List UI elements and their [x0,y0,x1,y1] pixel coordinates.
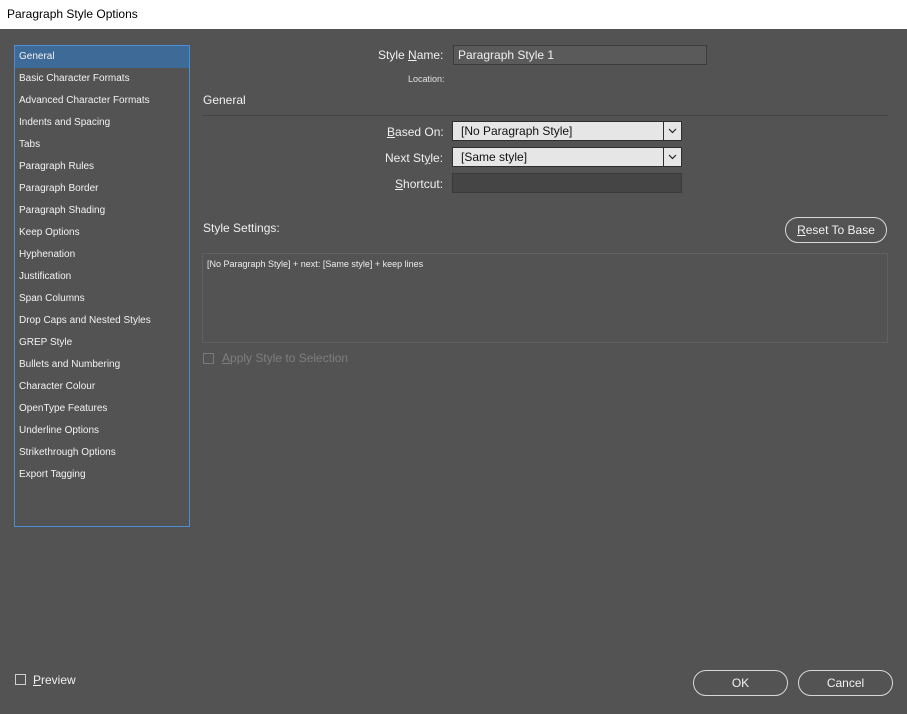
apply-style-checkbox[interactable] [203,353,214,364]
sidebar-item-underline-options[interactable]: Underline Options [15,420,189,442]
section-title: General [203,93,246,107]
dialog-body: General Basic Character Formats Advanced… [0,29,907,714]
style-settings-label: Style Settings: [203,221,280,235]
sidebar-item-tabs[interactable]: Tabs [15,134,189,156]
sidebar-item-grep-style[interactable]: GREP Style [15,332,189,354]
shortcut-input[interactable] [452,173,682,193]
sidebar-item-opentype-features[interactable]: OpenType Features [15,398,189,420]
location-label: Location: [408,74,445,84]
window-title: Paragraph Style Options [7,7,138,21]
sidebar-item-indents-and-spacing[interactable]: Indents and Spacing [15,112,189,134]
chevron-down-icon[interactable] [663,122,681,140]
style-name-input[interactable]: Paragraph Style 1 [453,45,707,65]
shortcut-label: Shortcut: [395,177,444,191]
based-on-label: Based On: [387,125,444,139]
style-name-label: Style Name: [378,48,444,62]
sidebar-item-strikethrough-options[interactable]: Strikethrough Options [15,442,189,464]
preview-label: Preview [33,673,76,687]
cancel-button[interactable]: Cancel [798,670,893,696]
ok-button[interactable]: OK [693,670,788,696]
category-list[interactable]: General Basic Character Formats Advanced… [14,45,190,527]
sidebar-item-character-colour[interactable]: Character Colour [15,376,189,398]
sidebar-item-span-columns[interactable]: Span Columns [15,288,189,310]
sidebar-item-paragraph-rules[interactable]: Paragraph Rules [15,156,189,178]
sidebar-item-hyphenation[interactable]: Hyphenation [15,244,189,266]
next-style-select[interactable]: [Same style] [452,147,682,167]
sidebar-item-justification[interactable]: Justification [15,266,189,288]
preview-checkbox[interactable] [15,674,26,685]
style-settings-text: [No Paragraph Style] + next: [Same style… [207,259,424,269]
based-on-value: [No Paragraph Style] [461,124,573,138]
style-settings-box: [No Paragraph Style] + next: [Same style… [202,253,888,343]
apply-style-label: Apply Style to Selection [222,351,349,365]
sidebar-item-paragraph-shading[interactable]: Paragraph Shading [15,200,189,222]
sidebar-item-advanced-character-formats[interactable]: Advanced Character Formats [15,90,189,112]
title-bar: Paragraph Style Options [0,0,907,29]
sidebar-item-general[interactable]: General [15,46,189,68]
section-divider [202,115,888,116]
next-style-value: [Same style] [461,150,528,164]
sidebar-item-export-tagging[interactable]: Export Tagging [15,464,189,486]
based-on-select[interactable]: [No Paragraph Style] [452,121,682,141]
sidebar-item-bullets-and-numbering[interactable]: Bullets and Numbering [15,354,189,376]
sidebar-item-paragraph-border[interactable]: Paragraph Border [15,178,189,200]
chevron-down-icon[interactable] [663,148,681,166]
sidebar-item-keep-options[interactable]: Keep Options [15,222,189,244]
sidebar-item-basic-character-formats[interactable]: Basic Character Formats [15,68,189,90]
next-style-label: Next Style: [385,151,444,165]
sidebar-item-drop-caps-nested-styles[interactable]: Drop Caps and Nested Styles [15,310,189,332]
reset-to-base-button[interactable]: Reset To Base [785,217,887,243]
